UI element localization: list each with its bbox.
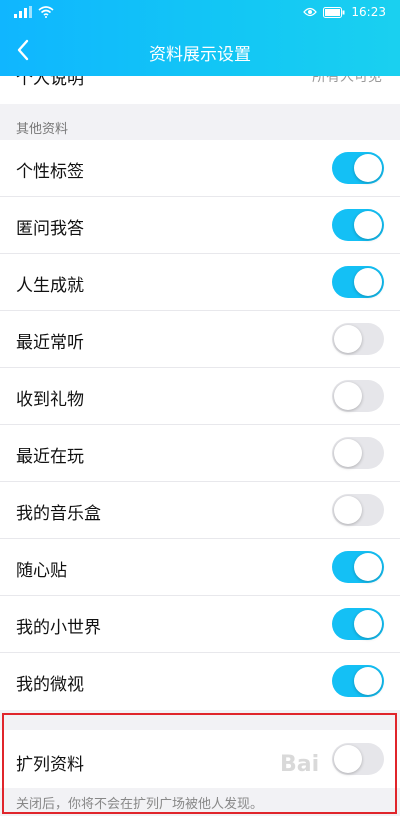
setting-row: 个性标签 bbox=[0, 140, 400, 197]
setting-toggle[interactable] bbox=[332, 380, 384, 412]
setting-row: 我的微视 bbox=[0, 653, 400, 710]
setting-toggle[interactable] bbox=[332, 323, 384, 355]
setting-toggle[interactable] bbox=[332, 608, 384, 640]
setting-label: 我的音乐盒 bbox=[16, 504, 101, 524]
toggle-knob bbox=[354, 211, 382, 239]
setting-row: 匿问我答 bbox=[0, 197, 400, 254]
setting-row: 收到礼物 bbox=[0, 368, 400, 425]
eye-icon bbox=[303, 7, 318, 17]
signal-icon bbox=[14, 6, 32, 18]
setting-row: 随心贴 bbox=[0, 539, 400, 596]
extended-profile-note: 关闭后，你将不会在扩列广场被他人发现。 bbox=[0, 788, 400, 816]
setting-label: 匿问我答 bbox=[16, 219, 84, 239]
extended-profile-row: 扩列资料 bbox=[0, 730, 400, 788]
personal-note-value: 所有人可见 bbox=[312, 76, 382, 85]
toggle-knob bbox=[354, 154, 382, 182]
toggle-knob bbox=[334, 745, 362, 773]
setting-label: 最近在玩 bbox=[16, 447, 84, 467]
toggle-knob bbox=[354, 268, 382, 296]
toggle-knob bbox=[334, 382, 362, 410]
toggle-knob bbox=[334, 325, 362, 353]
setting-row: 最近常听 bbox=[0, 311, 400, 368]
setting-toggle[interactable] bbox=[332, 494, 384, 526]
status-time: 16:23 bbox=[351, 5, 386, 19]
personal-note-label: 个人说明 bbox=[16, 76, 84, 89]
section-title: 其他资料 bbox=[0, 104, 400, 140]
setting-label: 我的微视 bbox=[16, 675, 84, 695]
toggle-knob bbox=[354, 667, 382, 695]
app-header: 16:23 资料展示设置 bbox=[0, 0, 400, 76]
setting-label: 我的小世界 bbox=[16, 618, 101, 638]
setting-toggle[interactable] bbox=[332, 551, 384, 583]
setting-row: 人生成就 bbox=[0, 254, 400, 311]
battery-icon bbox=[323, 6, 345, 18]
toggle-knob bbox=[354, 553, 382, 581]
setting-label: 人生成就 bbox=[16, 276, 84, 296]
setting-label: 收到礼物 bbox=[16, 390, 84, 410]
setting-row: 我的音乐盒 bbox=[0, 482, 400, 539]
settings-list: 个性标签匿问我答人生成就最近常听收到礼物最近在玩我的音乐盒随心贴我的小世界我的微… bbox=[0, 140, 400, 710]
toggle-knob bbox=[334, 496, 362, 524]
status-bar: 16:23 bbox=[0, 0, 400, 26]
page-title: 资料展示设置 bbox=[149, 45, 251, 65]
setting-row: 我的小世界 bbox=[0, 596, 400, 653]
setting-row: 最近在玩 bbox=[0, 425, 400, 482]
setting-label: 最近常听 bbox=[16, 333, 84, 353]
setting-toggle[interactable] bbox=[332, 152, 384, 184]
setting-label: 随心贴 bbox=[16, 561, 67, 581]
extended-profile-toggle[interactable] bbox=[332, 743, 384, 775]
setting-label: 个性标签 bbox=[16, 162, 84, 182]
setting-toggle[interactable] bbox=[332, 665, 384, 697]
section-gap bbox=[0, 712, 400, 730]
setting-toggle[interactable] bbox=[332, 266, 384, 298]
toggle-knob bbox=[334, 439, 362, 467]
setting-toggle[interactable] bbox=[332, 209, 384, 241]
wifi-icon bbox=[38, 6, 54, 18]
extended-profile-label: 扩列资料 bbox=[16, 755, 84, 775]
toggle-knob bbox=[354, 610, 382, 638]
setting-toggle[interactable] bbox=[332, 437, 384, 469]
personal-note-row[interactable]: 个人说明 所有人可见 bbox=[0, 76, 400, 104]
